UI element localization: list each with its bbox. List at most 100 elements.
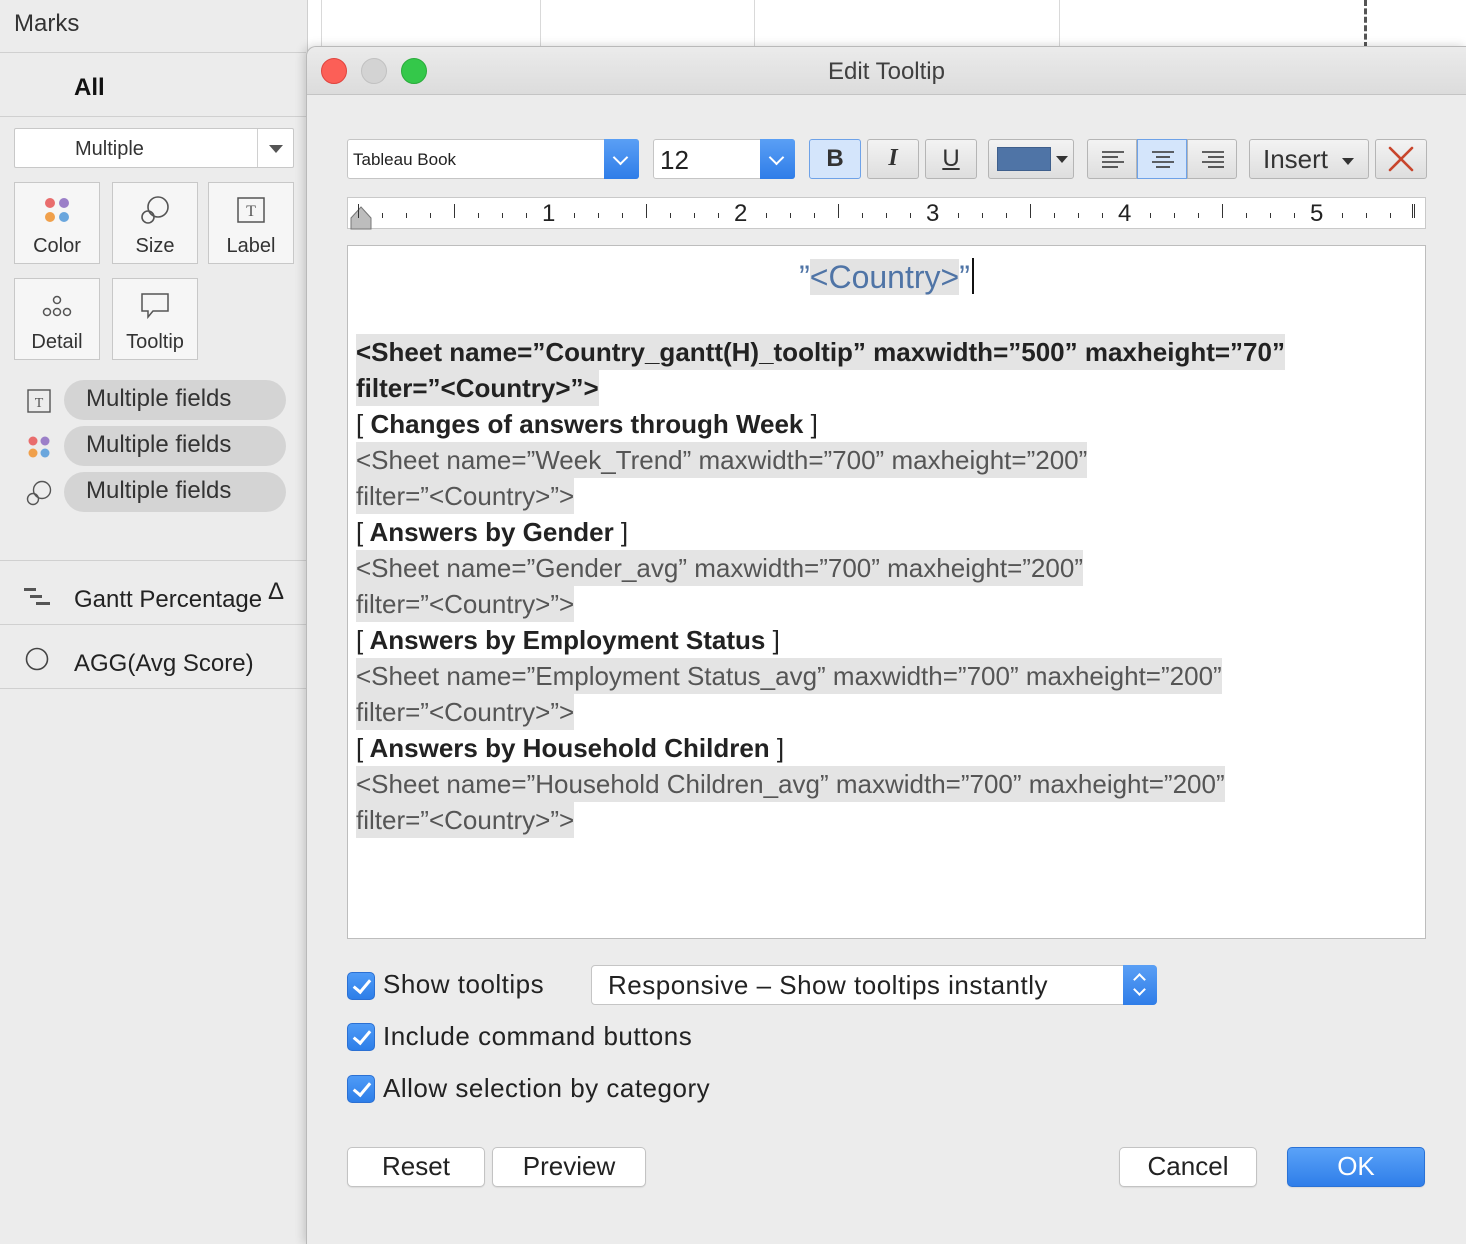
bracket-close: ] — [772, 625, 780, 655]
reset-button[interactable]: Reset — [347, 1147, 485, 1187]
tooltip-card[interactable]: Tooltip — [112, 278, 198, 360]
bracket-close: ] — [810, 409, 818, 439]
ruler-tick — [790, 213, 791, 218]
section-heading-text: Answers by Household Children — [363, 733, 777, 763]
underline-button[interactable]: U — [925, 139, 977, 179]
sheet-tag-line: <Sheet name=”Country_gantt(H)_tooltip” m… — [356, 334, 1285, 370]
detail-card[interactable]: Detail — [14, 278, 100, 360]
label-card[interactable]: T Label — [208, 182, 294, 264]
align-center-button[interactable] — [1137, 139, 1187, 179]
align-left-icon — [1102, 151, 1124, 168]
ruler-tick — [646, 204, 647, 218]
ruler: 1 2 3 4 5 — [347, 197, 1426, 230]
clear-format-button[interactable] — [1375, 139, 1427, 179]
color-card[interactable]: Color — [14, 182, 100, 264]
size-field-row: Multiple fields — [24, 472, 288, 512]
ruler-tick — [1294, 213, 1295, 218]
delta-icon: Δ — [268, 578, 285, 605]
cancel-button[interactable]: Cancel — [1119, 1147, 1257, 1187]
align-right-button[interactable] — [1187, 139, 1237, 179]
align-left-button[interactable] — [1087, 139, 1137, 179]
ruler-tick — [382, 213, 383, 218]
include-command-buttons-checkbox[interactable] — [347, 1023, 375, 1051]
ruler-tick — [1342, 213, 1343, 218]
color-field-pill[interactable]: Multiple fields — [64, 426, 286, 466]
close-x-icon — [1388, 146, 1414, 172]
tooltip-card-label: Tooltip — [126, 331, 184, 353]
label-field-row: T Multiple fields — [24, 380, 288, 420]
sheet-tag-line: filter=”<Country>”> — [356, 478, 575, 514]
tooltip-behavior-select[interactable]: Responsive – Show tooltips instantly — [591, 965, 1157, 1005]
label-card-label: Label — [226, 235, 276, 257]
divider — [0, 688, 306, 689]
label-field-pill[interactable]: Multiple fields — [64, 380, 286, 420]
bold-button[interactable]: B — [809, 139, 861, 179]
size-card[interactable]: Size — [112, 182, 198, 264]
ruler-tick — [910, 213, 911, 218]
font-size-dropdown[interactable]: 12 — [653, 139, 795, 179]
include-command-buttons-label: Include command buttons — [383, 1021, 693, 1051]
avg-score-card[interactable]: AGG(Avg Score) — [0, 628, 306, 692]
detail-dots-icon — [15, 289, 99, 323]
section-heading-line: [ Changes of answers through Week ] — [356, 406, 818, 442]
ruler-tick — [958, 213, 959, 218]
size-field-pill[interactable]: Multiple fields — [64, 472, 286, 512]
sheet-tag-line: filter=”<Country>”> — [356, 586, 575, 622]
label-t-icon: T — [209, 193, 293, 227]
ruler-tick — [982, 213, 983, 218]
ruler-tick — [1078, 213, 1079, 218]
italic-button[interactable]: I — [867, 139, 919, 179]
detail-card-label: Detail — [31, 331, 83, 353]
ruler-tick — [1390, 213, 1391, 218]
size-circles-icon — [113, 193, 197, 227]
preview-button[interactable]: Preview — [492, 1147, 646, 1187]
chevron-down-icon[interactable] — [760, 139, 795, 179]
allow-selection-label: Allow selection by category — [383, 1073, 711, 1103]
gantt-percentage-label: Gantt Percentage — [74, 586, 263, 613]
gantt-percentage-card[interactable]: Gantt Percentage Δ — [0, 564, 306, 628]
bracket-close: ] — [776, 733, 785, 763]
svg-text:T: T — [35, 396, 44, 411]
ruler-tick — [694, 213, 695, 218]
show-tooltips-checkbox[interactable] — [347, 972, 375, 1000]
ruler-number: 3 — [926, 200, 940, 227]
ruler-tick — [886, 213, 887, 218]
updown-chevron-icon[interactable] — [1123, 965, 1157, 1005]
ruler-tick — [670, 213, 671, 218]
tooltip-text-editor[interactable]: ”<Country>” <Sheet name=”Country_gantt(H… — [347, 245, 1426, 939]
align-right-icon — [1202, 151, 1224, 168]
dialog-title: Edit Tooltip — [828, 58, 945, 85]
ruler-number: 5 — [1310, 200, 1324, 227]
gantt-icon — [22, 582, 52, 612]
ruler-tick — [814, 213, 815, 218]
chevron-down-icon[interactable] — [257, 129, 293, 167]
divider — [0, 52, 306, 53]
ruler-tick — [478, 213, 479, 218]
size-card-label: Size — [135, 235, 175, 257]
ruler-tick — [622, 213, 623, 218]
sheet-tag-line: <Sheet name=”Employment Status_avg” maxw… — [356, 658, 1222, 694]
circle-icon — [22, 646, 52, 676]
ruler-tick — [454, 204, 455, 218]
allow-selection-checkbox[interactable] — [347, 1075, 375, 1103]
section-heading-line: [ Answers by Employment Status ] — [356, 622, 780, 658]
marks-panel: Marks All Multiple Color Size T Label De… — [0, 0, 308, 1244]
ruler-tick — [430, 213, 431, 218]
mark-type-dropdown[interactable]: Multiple — [14, 128, 294, 168]
quote-close: ” — [959, 259, 970, 295]
chevron-down-icon[interactable] — [604, 139, 639, 179]
ruler-tick — [1198, 213, 1199, 218]
ok-button[interactable]: OK — [1287, 1147, 1425, 1187]
bracket-close: ] — [620, 517, 629, 547]
font-family-dropdown[interactable]: Tableau Book — [347, 139, 639, 179]
indent-marker-icon[interactable] — [350, 206, 372, 230]
text-color-button[interactable] — [988, 139, 1074, 179]
marks-all-tab[interactable]: All — [74, 74, 105, 102]
font-size-value: 12 — [660, 145, 689, 175]
color-dots-icon — [15, 193, 99, 227]
ruler-number: 1 — [542, 200, 556, 227]
svg-text:T: T — [246, 203, 256, 220]
insert-menu-button[interactable]: Insert — [1249, 139, 1369, 179]
ruler-tick — [1030, 204, 1031, 218]
marks-title: Marks — [14, 10, 80, 37]
